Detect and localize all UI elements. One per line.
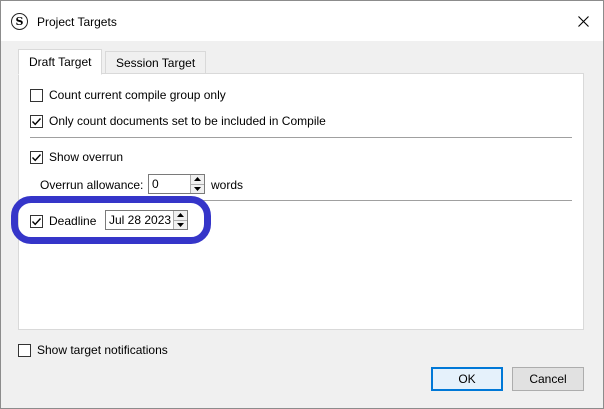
count-included-option[interactable]: Only count documents set to be included … [30, 113, 326, 129]
overrun-allowance-label: Overrun allowance: [40, 178, 144, 192]
ok-button[interactable]: OK [431, 367, 503, 391]
scrivener-app-icon: S [11, 13, 28, 30]
tab-draft-target[interactable]: Draft Target [18, 49, 103, 75]
show-target-notifications-option[interactable]: Show target notifications [18, 342, 168, 358]
arrow-down-icon [194, 186, 201, 191]
show-overrun-label: Show overrun [49, 150, 124, 164]
tab-session-target-label: Session Target [116, 56, 196, 70]
count-compile-group-label: Count current compile group only [49, 88, 226, 102]
ok-button-label: OK [458, 372, 476, 386]
count-included-label: Only count documents set to be included … [49, 114, 326, 128]
close-button[interactable] [569, 8, 597, 34]
show-overrun-checkbox[interactable] [30, 150, 43, 164]
overrun-decrement-button[interactable] [191, 183, 204, 193]
count-compile-group-option[interactable]: Count current compile group only [30, 87, 226, 103]
overrun-allowance-value: 0 [152, 177, 159, 191]
deadline-highlight-ring [11, 196, 211, 244]
overrun-unit-label: words [211, 178, 244, 192]
project-targets-dialog: S Project Targets Draft Target Session T… [0, 0, 604, 409]
cancel-button-label: Cancel [529, 372, 567, 386]
arrow-up-icon [194, 177, 201, 182]
close-icon [577, 15, 589, 27]
window-title: Project Targets [37, 15, 117, 29]
count-compile-group-checkbox[interactable] [30, 88, 43, 102]
count-included-checkbox[interactable] [30, 114, 43, 128]
tab-draft-target-label: Draft Target [29, 55, 92, 69]
separator [30, 137, 572, 138]
tab-session-target[interactable]: Session Target [105, 51, 207, 75]
title-bar: S Project Targets [1, 1, 603, 41]
overrun-allowance-stepper[interactable]: 0 [148, 174, 205, 194]
show-overrun-option[interactable]: Show overrun [30, 149, 123, 165]
show-target-notifications-label: Show target notifications [37, 343, 168, 357]
checkmark-icon [31, 117, 42, 125]
show-target-notifications-checkbox[interactable] [18, 343, 31, 357]
cancel-button[interactable]: Cancel [512, 367, 584, 391]
checkmark-icon [31, 153, 42, 161]
overrun-increment-button[interactable] [191, 175, 204, 184]
